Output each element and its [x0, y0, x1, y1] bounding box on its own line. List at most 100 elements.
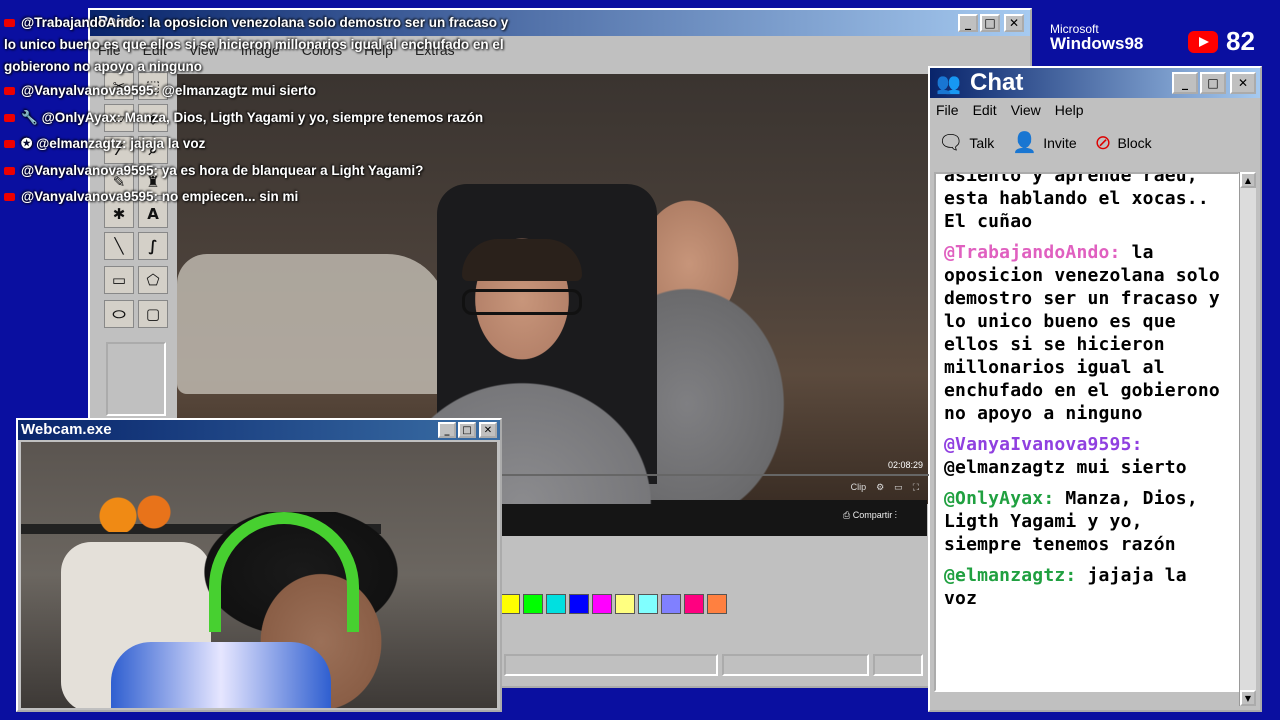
- chat-message: @TrabajandoAndo: la oposicion venezolana…: [944, 241, 1228, 425]
- overlay-message: 🔧 @OnlyAyax: Manza, Dios, Ligth Yagami y…: [4, 105, 564, 132]
- status-cell: [873, 654, 923, 676]
- talk-label: Talk: [969, 134, 995, 151]
- color-palette: [500, 594, 727, 614]
- color-swatch[interactable]: [569, 594, 589, 614]
- color-swatch[interactable]: [707, 594, 727, 614]
- video-controls: Clip ⚙ ▭ ⛶: [851, 482, 919, 493]
- windows98-logo: Microsoft Windows98: [1050, 22, 1143, 52]
- settings-icon[interactable]: ⚙: [876, 482, 884, 493]
- curve-icon[interactable]: ∫: [138, 232, 168, 260]
- block-icon: ⊘: [1094, 132, 1112, 154]
- chat-titlebar[interactable]: 👥 Chat _ □ ✕: [930, 68, 1260, 98]
- menu-edit[interactable]: Edit: [973, 102, 997, 118]
- menu-help[interactable]: Help: [1055, 102, 1084, 118]
- windows-label: Windows98: [1050, 34, 1144, 53]
- color-swatch[interactable]: [661, 594, 681, 614]
- color-swatch[interactable]: [638, 594, 658, 614]
- color-swatch[interactable]: [546, 594, 566, 614]
- chat-text: @elmanzagtz mui sierto: [944, 457, 1187, 478]
- video-timecode: 02:08:29: [887, 460, 923, 470]
- clip-button[interactable]: Clip: [851, 482, 867, 493]
- polygon-icon[interactable]: ⬠: [138, 266, 168, 294]
- minimize-button[interactable]: _: [1172, 72, 1198, 94]
- status-cell: [722, 654, 870, 676]
- chat-log[interactable]: asiento y aprende raeu, esta hablando el…: [934, 172, 1240, 692]
- overlay-message: @Vanyalvanova9595: no empiecen... sin mi: [4, 184, 564, 211]
- overlay-user: @Vanyalvanova9595:: [21, 162, 158, 178]
- chat-username: @TrabajandoAndo:: [944, 242, 1121, 263]
- theater-icon[interactable]: ▭: [894, 482, 903, 493]
- line-icon[interactable]: ╲: [104, 232, 134, 260]
- overlay-message: @Vanyalvanova9595: @elmanzagtz mui siert…: [4, 78, 564, 105]
- overlay-text: Manza, Dios, Ligth Yagami y yo, siempre …: [124, 109, 484, 125]
- color-swatch[interactable]: [615, 594, 635, 614]
- chat-menubar: File Edit View Help: [936, 102, 1084, 118]
- viewer-counter: 82: [1188, 26, 1255, 57]
- color-swatch[interactable]: [523, 594, 543, 614]
- menu-view[interactable]: View: [1011, 102, 1041, 118]
- paint-statusbar: [500, 650, 927, 680]
- share-label: Compartir: [852, 510, 893, 520]
- fullscreen-icon[interactable]: ⛶: [913, 482, 919, 493]
- color-swatch[interactable]: [500, 594, 520, 614]
- chat-username: @OnlyAyax:: [944, 488, 1055, 509]
- chat-messages: asiento y aprende raeu, esta hablando el…: [944, 172, 1228, 618]
- close-button[interactable]: ✕: [479, 422, 497, 438]
- talk-button[interactable]: 🗨 Talk: [938, 130, 994, 155]
- pumpkins: [91, 492, 181, 532]
- overlay-user: @OnlyAyax:: [41, 109, 122, 125]
- viewer-count: 82: [1226, 26, 1255, 56]
- minimize-button[interactable]: _: [438, 422, 456, 438]
- overlay-text: jajaja la voz: [130, 136, 206, 151]
- youtube-icon: [4, 140, 15, 149]
- color-swatch[interactable]: [684, 594, 704, 614]
- talk-icon: 🗨: [938, 132, 964, 154]
- webcam-window: Webcam.exe _ □ ✕: [16, 418, 502, 712]
- ellipse-icon[interactable]: ⬭: [104, 300, 134, 328]
- color-swatch[interactable]: [592, 594, 612, 614]
- chat-message: @OnlyAyax: Manza, Dios, Ligth Yagami y y…: [944, 487, 1228, 556]
- menu-file[interactable]: File: [936, 102, 959, 118]
- scroll-down-icon[interactable]: ▼: [1240, 690, 1256, 706]
- chat-username: @elmanzagtz:: [944, 565, 1077, 586]
- rounded-rect-icon[interactable]: ▢: [138, 300, 168, 328]
- close-button[interactable]: ✕: [1230, 72, 1256, 94]
- share-bar: ⎙ Compartir ⋮: [500, 500, 927, 536]
- block-button[interactable]: ⊘ Block: [1095, 130, 1152, 155]
- chat-text: asiento y aprende raeu, esta hablando el…: [944, 172, 1209, 232]
- rectangle-icon[interactable]: ▭: [104, 266, 134, 294]
- overlay-user: @elmanzagtz:: [36, 136, 127, 151]
- invite-button[interactable]: 👤 Invite: [1012, 130, 1076, 155]
- chat-scrollbar[interactable]: ▲ ▼: [1239, 172, 1256, 706]
- tool-options[interactable]: [106, 342, 166, 416]
- overlay-user: @TrabajandoAndo:: [21, 15, 146, 30]
- close-button[interactable]: ✕: [1004, 14, 1024, 32]
- invite-label: Invite: [1043, 134, 1077, 151]
- maximize-button[interactable]: □: [458, 422, 476, 438]
- people-icon: 👥: [936, 73, 961, 95]
- maximize-button[interactable]: □: [1200, 72, 1226, 94]
- glasses: [462, 289, 582, 315]
- webcam-titlebar[interactable]: Webcam.exe _ □ ✕: [18, 420, 500, 440]
- scroll-up-icon[interactable]: ▲: [1240, 172, 1256, 188]
- overlay-text: no empiecen... sin mi: [161, 189, 299, 204]
- share-button[interactable]: ⎙ Compartir ⋮: [843, 510, 897, 521]
- wrench-icon: 🔧: [21, 109, 38, 125]
- hair: [462, 239, 582, 281]
- minimize-button[interactable]: _: [958, 14, 978, 32]
- overlay-message: ✪ @elmanzagtz: jajaja la voz: [4, 131, 564, 158]
- maximize-button[interactable]: □: [980, 14, 1000, 32]
- chat-username: @VanyaIvanova9595:: [944, 434, 1143, 455]
- youtube-icon: [4, 166, 15, 175]
- shirt: [111, 642, 331, 708]
- chat-title: Chat: [970, 69, 1024, 96]
- overlay-message: @TrabajandoAndo: la oposicion venezolana…: [4, 12, 524, 78]
- youtube-icon: [1188, 30, 1218, 53]
- youtube-icon: [4, 193, 15, 202]
- youtube-icon: [4, 87, 15, 96]
- overlay-text: ya es hora de blanquear a Light Yagami?: [161, 162, 424, 178]
- youtube-icon: [4, 113, 15, 122]
- chat-message: @elmanzagtz: jajaja la voz: [944, 564, 1228, 610]
- badge-icon: ✪: [21, 136, 33, 151]
- block-label: Block: [1117, 134, 1152, 151]
